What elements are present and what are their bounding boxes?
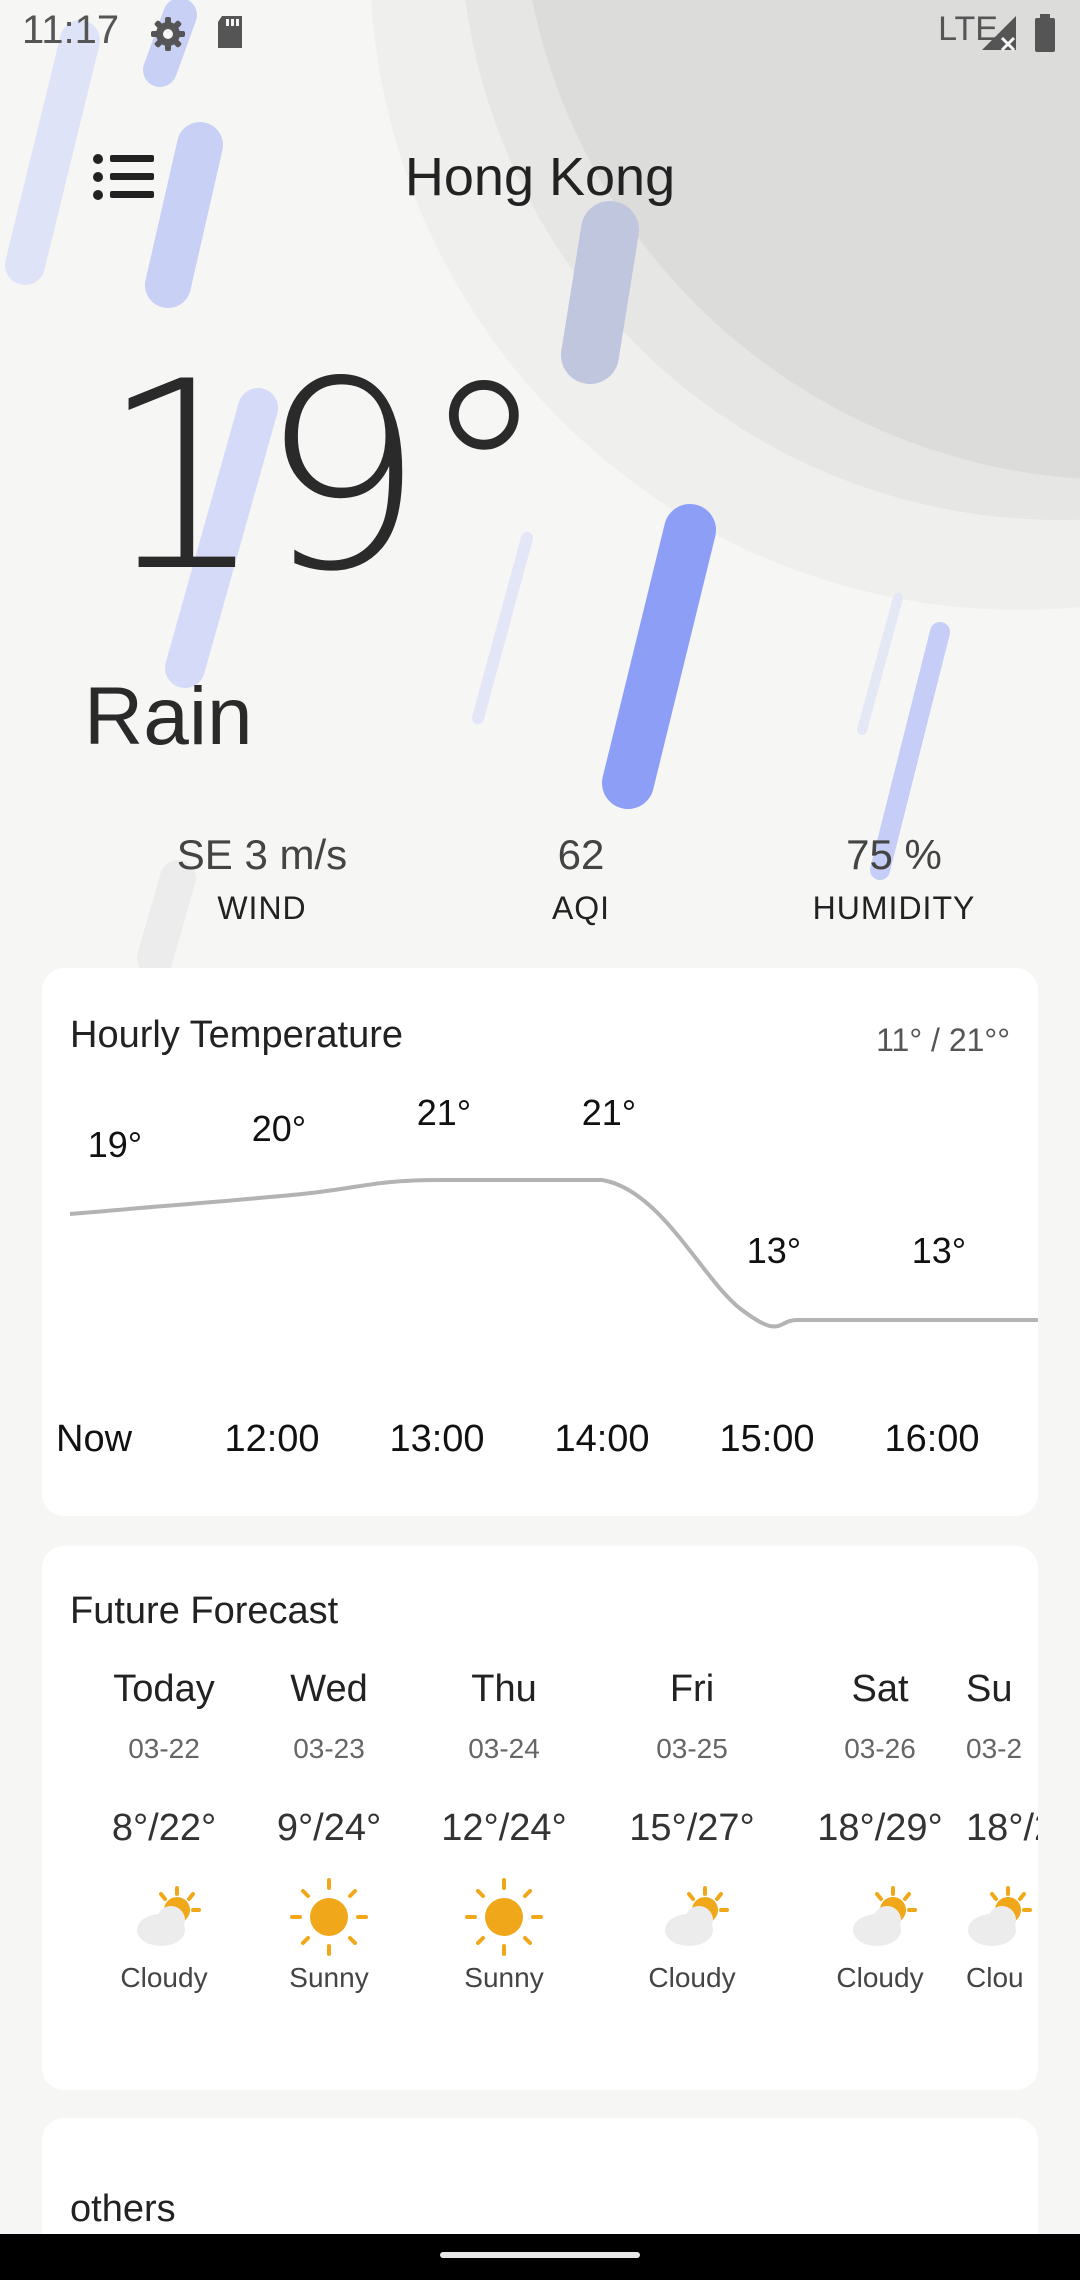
hourly-time: 16:00 xyxy=(884,1418,980,1460)
day-name: Today xyxy=(113,1668,215,1710)
hourly-temp: 19° xyxy=(87,1124,143,1165)
forecast-day[interactable]: Today 03-22 8°/22° Cloudy xyxy=(74,1668,254,1994)
sun-icon xyxy=(290,1878,368,1956)
wind-label: WIND xyxy=(217,890,307,926)
hourly-temperature-card: Hourly Temperature 11° / 21°° 19° 20° 21… xyxy=(42,968,1038,1516)
day-date: 03-24 xyxy=(468,1733,540,1764)
day-range: 18°/29° xyxy=(817,1807,943,1849)
day-description: Cloudy xyxy=(648,1962,736,1993)
day-date: 03-26 xyxy=(844,1733,916,1764)
battery-icon xyxy=(1035,14,1055,52)
day-range: 12°/24° xyxy=(441,1807,567,1849)
hourly-temp: 21° xyxy=(581,1092,637,1133)
humidity-metric: 75 % HUMIDITY xyxy=(764,834,1024,927)
aqi-metric: 62 AQI xyxy=(451,834,711,927)
settings-icon xyxy=(151,17,185,51)
forecast-title: Future Forecast xyxy=(70,1590,339,1632)
current-temperature: 19° xyxy=(100,327,549,629)
sd-card-icon xyxy=(218,16,242,48)
day-date: 03-2 xyxy=(966,1733,1023,1764)
day-name: Su xyxy=(966,1668,1013,1710)
humidity-label: HUMIDITY xyxy=(812,890,976,926)
partly-cloudy-icon xyxy=(665,1886,729,1946)
day-range: 18°/2 xyxy=(966,1807,1038,1849)
system-navigation-bar xyxy=(0,2234,1080,2280)
aqi-value: 62 xyxy=(557,831,605,878)
humidity-value: 75 % xyxy=(846,831,942,878)
wind-metric: SE 3 m/s WIND xyxy=(132,834,392,927)
hourly-temp: 13° xyxy=(911,1230,967,1271)
signal-icon xyxy=(982,16,1016,52)
forecast-day[interactable]: Sat 03-26 18°/29° Cloudy xyxy=(790,1668,970,1994)
day-description: Clou xyxy=(966,1962,1024,1993)
hourly-time: 13:00 xyxy=(389,1418,485,1460)
day-name: Thu xyxy=(471,1668,537,1710)
hourly-temp: 20° xyxy=(251,1108,307,1149)
forecast-day[interactable]: Thu 03-24 12°/24° Sunny xyxy=(414,1668,594,1994)
day-date: 03-25 xyxy=(656,1733,728,1764)
forecast-day[interactable]: Su 03-2 18°/2 Clou xyxy=(966,1668,1038,1994)
home-gesture-handle[interactable] xyxy=(440,2252,640,2258)
hourly-time: 12:00 xyxy=(224,1418,320,1460)
city-title[interactable]: Hong Kong xyxy=(0,146,1080,208)
future-forecast-card: Future Forecast Today 03-22 8°/22° Cloud… xyxy=(42,1546,1038,2090)
day-description: Cloudy xyxy=(836,1962,924,1993)
hourly-time: 14:00 xyxy=(554,1418,650,1460)
day-description: Cloudy xyxy=(120,1962,208,1993)
others-title: others xyxy=(70,2188,176,2230)
current-condition: Rain xyxy=(84,671,253,762)
hourly-time: 15:00 xyxy=(719,1418,815,1460)
status-time: 11:17 xyxy=(22,8,120,52)
day-description: Sunny xyxy=(289,1962,369,1993)
day-name: Wed xyxy=(290,1668,368,1710)
wind-value: SE 3 m/s xyxy=(176,831,348,878)
hourly-time: Now xyxy=(56,1418,133,1460)
day-date: 03-23 xyxy=(293,1733,365,1764)
day-date: 03-22 xyxy=(128,1733,200,1764)
day-range: 9°/24° xyxy=(276,1807,382,1849)
day-range: 15°/27° xyxy=(629,1807,755,1849)
day-range: 8°/22° xyxy=(111,1807,217,1849)
aqi-label: AQI xyxy=(551,890,611,926)
day-name: Sat xyxy=(851,1668,909,1710)
hourly-temp: 21° xyxy=(416,1092,472,1133)
partly-cloudy-icon xyxy=(137,1886,201,1946)
forecast-day[interactable]: Wed 03-23 9°/24° Sunny xyxy=(239,1668,419,1994)
sun-icon xyxy=(465,1878,543,1956)
day-name: Fri xyxy=(669,1668,715,1710)
partly-cloudy-icon xyxy=(968,1886,1032,1946)
partly-cloudy-icon xyxy=(853,1886,917,1946)
forecast-day[interactable]: Fri 03-25 15°/27° Cloudy xyxy=(602,1668,782,1994)
day-description: Sunny xyxy=(464,1962,544,1993)
hourly-temp: 13° xyxy=(746,1230,802,1271)
